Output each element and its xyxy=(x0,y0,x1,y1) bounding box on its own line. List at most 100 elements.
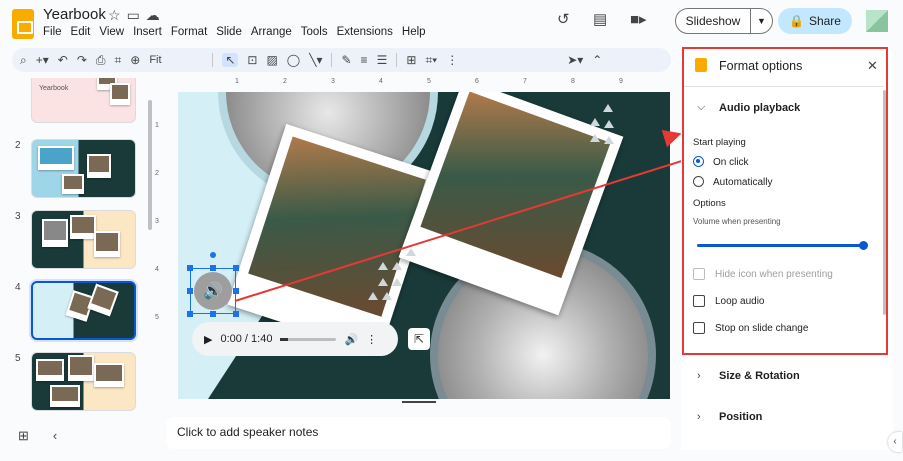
play-icon[interactable]: ▶ xyxy=(204,333,212,346)
checkbox-stop-on-change[interactable] xyxy=(693,322,705,334)
chevron-down-icon: ⌵ xyxy=(697,101,706,113)
move-folder-icon[interactable]: ▭ xyxy=(127,7,140,24)
menu-file[interactable]: File xyxy=(43,26,68,38)
slides-logo[interactable] xyxy=(12,9,34,39)
speaker-notes[interactable]: Click to add speaker notes xyxy=(166,417,671,449)
zoom-icon[interactable]: ⊕ xyxy=(130,53,140,67)
menu-format[interactable]: Format xyxy=(171,26,213,38)
format-options-icon xyxy=(695,58,707,72)
comments-icon[interactable]: ▤ xyxy=(593,10,607,28)
close-icon[interactable]: ✕ xyxy=(867,58,878,74)
collapse-toolbar-icon[interactable]: ⌃ xyxy=(592,53,602,67)
border-dash-icon[interactable]: ☰ xyxy=(377,53,388,67)
menu-arrange[interactable]: Arrange xyxy=(251,26,298,38)
account-avatar[interactable] xyxy=(866,10,888,32)
shape-icon[interactable]: ◯ xyxy=(287,53,300,67)
side-panel-toggle-icon[interactable]: ‹ xyxy=(888,432,902,452)
selection-box xyxy=(190,268,236,314)
ruler-tick: 2 xyxy=(283,78,287,85)
radio-automatically[interactable] xyxy=(693,176,704,187)
menu-extensions[interactable]: Extensions xyxy=(337,26,399,38)
menu-edit[interactable]: Edit xyxy=(71,26,97,38)
menu-insert[interactable]: Insert xyxy=(133,26,168,38)
ruler-tick: 6 xyxy=(475,78,479,85)
triangle-decoration xyxy=(368,292,378,300)
slide-thumbnail-2[interactable] xyxy=(31,139,136,198)
slideshow-dropdown-icon[interactable]: ▼ xyxy=(751,16,772,26)
meet-icon[interactable]: ■▸ xyxy=(630,10,647,28)
panel-title: Format options xyxy=(719,59,803,73)
resize-handle[interactable] xyxy=(233,311,239,317)
panel-resize-handle[interactable] xyxy=(402,401,436,403)
crop-icon[interactable]: ⌗▾ xyxy=(425,53,437,68)
ruler-tick: 7 xyxy=(523,78,527,85)
star-icon[interactable]: ☆ xyxy=(108,7,121,24)
line-icon[interactable]: ╲▾ xyxy=(309,53,322,67)
pointer-mode-icon[interactable]: ➤▾ xyxy=(567,53,583,67)
checkbox-loop-audio[interactable] xyxy=(693,295,705,307)
open-link-icon[interactable]: ⇱ xyxy=(408,328,430,350)
slideshow-button[interactable]: Slideshow ▼ xyxy=(675,8,773,34)
share-button[interactable]: 🔒 Share xyxy=(778,8,852,34)
grid-view-icon[interactable]: ⊞ xyxy=(18,428,29,444)
paint-format-icon[interactable]: ⌗ xyxy=(115,53,122,68)
border-weight-icon[interactable]: ≡ xyxy=(361,53,368,67)
new-slide-icon[interactable]: +▾ xyxy=(36,53,49,67)
vertical-ruler: 1 2 3 4 5 xyxy=(153,92,165,352)
resize-handle[interactable] xyxy=(187,288,193,294)
volume-icon[interactable]: 🔊 xyxy=(344,333,358,346)
filmstrip-scrollbar[interactable] xyxy=(148,100,152,230)
radio-on-click-label[interactable]: On click xyxy=(713,157,749,168)
history-icon[interactable]: ↺ xyxy=(557,10,570,28)
ruler-tick: 1 xyxy=(155,122,159,129)
resize-handle[interactable] xyxy=(210,265,216,271)
slide-thumbnail-5[interactable] xyxy=(31,352,136,411)
more-icon[interactable]: ⋮ xyxy=(446,53,458,67)
menu-view[interactable]: View xyxy=(99,26,130,38)
slide-number: 3 xyxy=(15,211,21,222)
cloud-status-icon[interactable]: ☁ xyxy=(146,7,160,24)
ruler-tick: 2 xyxy=(155,170,159,177)
section-position[interactable]: › Position xyxy=(697,411,762,423)
menu-slide[interactable]: Slide xyxy=(216,26,248,38)
section-size-rotation[interactable]: › Size & Rotation xyxy=(697,370,800,382)
resize-handle[interactable] xyxy=(233,265,239,271)
resize-handle[interactable] xyxy=(187,311,193,317)
filmstrip: Yearbook 2 3 4 5 xyxy=(0,78,148,414)
volume-slider-track[interactable] xyxy=(697,244,863,247)
menu-help[interactable]: Help xyxy=(402,26,432,38)
resize-handle[interactable] xyxy=(233,288,239,294)
redo-icon[interactable]: ↷ xyxy=(77,53,87,67)
print-icon[interactable]: ⎙ xyxy=(96,53,106,68)
slide-thumbnail-3[interactable] xyxy=(31,210,136,269)
resize-handle[interactable] xyxy=(210,311,216,317)
zoom-select[interactable]: Fit xyxy=(149,54,203,66)
radio-automatically-label[interactable]: Automatically xyxy=(713,177,772,188)
checkbox-loop-audio-label[interactable]: Loop audio xyxy=(715,296,765,307)
radio-on-click[interactable] xyxy=(693,156,704,167)
document-title[interactable]: Yearbook xyxy=(43,6,106,23)
slide-canvas[interactable]: 🔊 ▶ 0:00 / 1:40 🔊 ⋮ ⇱ xyxy=(178,92,670,399)
search-menus-icon[interactable]: ⌕ xyxy=(20,53,27,68)
text-box-icon[interactable]: ⊡ xyxy=(247,53,257,67)
select-tool-icon[interactable]: ↖ xyxy=(222,53,239,67)
slide-thumbnail-1[interactable]: Yearbook xyxy=(31,78,136,123)
menu-tools[interactable]: Tools xyxy=(301,26,334,38)
volume-slider-thumb[interactable] xyxy=(859,241,868,250)
replace-image-icon[interactable]: ⊞ xyxy=(406,53,416,67)
slide-thumbnail-4[interactable] xyxy=(31,281,136,340)
image-icon[interactable]: ▨ xyxy=(266,53,277,67)
checkbox-hide-icon[interactable] xyxy=(693,268,705,280)
undo-icon[interactable]: ↶ xyxy=(58,53,68,67)
section-audio-playback[interactable]: ⌵ Audio playback xyxy=(697,101,800,114)
rotate-handle[interactable] xyxy=(210,252,216,258)
checkbox-hide-icon-label: Hide icon when presenting xyxy=(715,269,833,280)
player-progress[interactable] xyxy=(280,337,337,341)
triangle-decoration xyxy=(378,262,388,270)
collapse-filmstrip-icon[interactable]: ‹ xyxy=(53,428,57,444)
player-more-icon[interactable]: ⋮ xyxy=(366,333,377,346)
checkbox-stop-on-change-label[interactable]: Stop on slide change xyxy=(715,323,808,334)
border-color-icon[interactable]: ✎ xyxy=(341,53,351,67)
panel-scrollbar[interactable] xyxy=(883,90,886,315)
resize-handle[interactable] xyxy=(187,265,193,271)
